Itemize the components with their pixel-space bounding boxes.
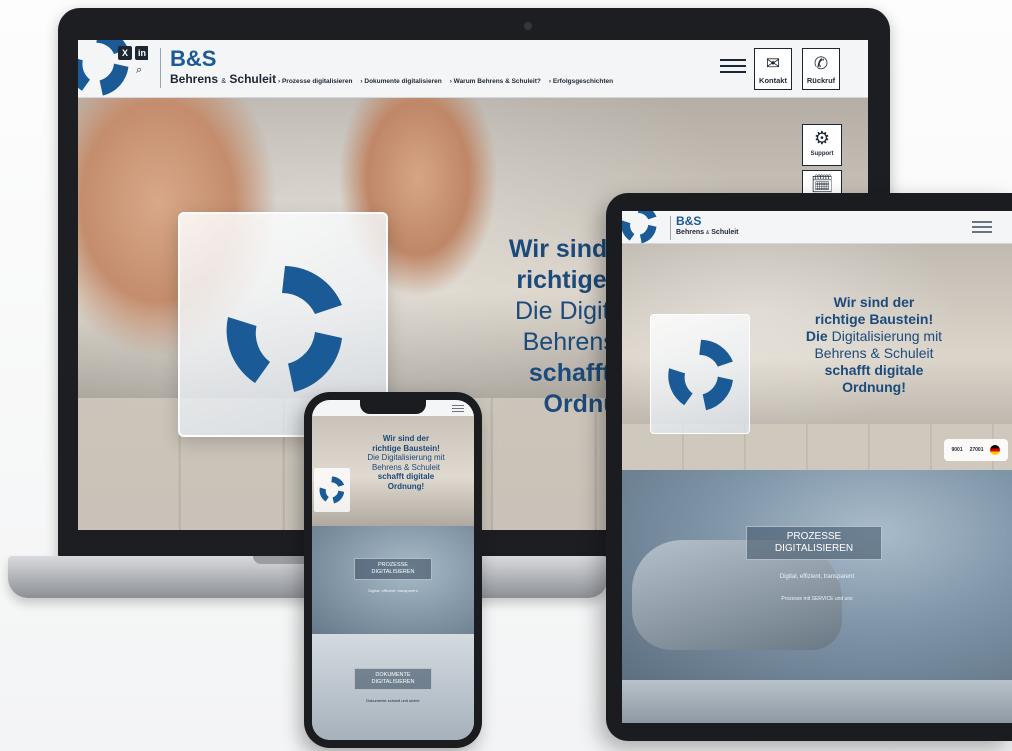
card-title: DIGITALISIEREN [371, 569, 415, 575]
tablet-header: B&S Behrens & Schuleit [622, 211, 1012, 244]
dokumente-card[interactable]: DOKUMENTE DIGITALISIEREN [354, 668, 432, 690]
kontakt-button[interactable]: ✉ Kontakt [754, 48, 792, 90]
nav-item-erfolgsgeschichten[interactable]: › Erfolgsgeschichten [549, 78, 613, 85]
nav-item-dokumente[interactable]: › Dokumente digitalisieren [360, 78, 441, 85]
headline-line: Wir sind der [382, 434, 430, 443]
iso-27001: 27001 [969, 447, 984, 453]
tablet-hero-headline: Wir sind der richtige Baustein! Die Digi… [784, 294, 964, 396]
tablet-next-section [622, 680, 1012, 723]
logo-swirl-icon [668, 339, 733, 411]
brand-sub-part: Schuleit [229, 72, 277, 86]
tablet-hero-image: Wir sind der richtige Baustein! Die Digi… [622, 244, 1012, 470]
header-divider [670, 216, 671, 240]
nav-item-prozesse[interactable]: › Prozesse digitalisieren [278, 78, 352, 85]
social-links: X in [118, 46, 148, 60]
brand-sub-amp: & [221, 78, 227, 85]
headline-line: Die Digitalisierung mit [367, 453, 445, 462]
phone-device: Wir sind der richtige Baustein! Die Digi… [304, 392, 482, 748]
headline-line: Wir sind der [833, 294, 915, 310]
menu-icon[interactable] [452, 405, 464, 414]
headline-line: Ordnung! [842, 379, 906, 395]
headline-line: schafft digitale [377, 472, 435, 481]
brand-subtitle: Behrens & Schuleit [676, 229, 739, 236]
logo-swirl-icon [226, 266, 342, 392]
tablet-device: Wir sind der richtige Baustein! Die Digi… [606, 193, 1012, 741]
card-subtitle: Digital, effizient, transparent [368, 588, 418, 593]
headline-line: richtige Baustein! [814, 311, 934, 327]
headline-line: Ordnung! [387, 481, 425, 491]
card-title: PROZESSE [378, 562, 408, 568]
brand-sub-part: Schuleit [711, 229, 739, 236]
phone-hero-image: Wir sind der richtige Baustein! Die Digi… [312, 416, 474, 526]
brand-sub-amp: & [705, 230, 710, 236]
card-title: PROZESSE [786, 531, 842, 542]
brand-subtitle: Behrens & Schuleit [170, 72, 276, 86]
glass-cube [650, 314, 750, 434]
rueckruf-button[interactable]: ✆ Rückruf [802, 48, 840, 90]
main-nav: › Prozesse digitalisieren › Dokumente di… [278, 78, 613, 85]
headline-line: Behrens & Schuleit [371, 462, 441, 472]
laptop-camera [524, 22, 532, 30]
phone-screen: Wir sind der richtige Baustein! Die Digi… [312, 400, 474, 740]
phone-prozesse-section: PROZESSE DIGITALISIEREN Digital, effizie… [312, 526, 474, 634]
card-title: DOKUMENTE [375, 672, 411, 678]
nav-item-warum[interactable]: › Warum Behrens & Schuleit? [450, 78, 541, 85]
phone-icon: ✆ [813, 54, 829, 73]
card-subtitle: Dokumente schnell und sicher [366, 698, 420, 703]
phone-notch [360, 400, 426, 414]
iso-9001: 9001 [951, 447, 963, 453]
site-header: X in ⌕ B&S Behrens & Schuleit › Prozesse… [78, 40, 868, 98]
brand-name[interactable]: B&S [676, 214, 701, 228]
device-mockup-stage: Wir sind der richtige Ba Die Digitalis B… [0, 0, 1012, 751]
logo-swirl-icon[interactable] [622, 211, 662, 247]
menu-icon[interactable] [972, 221, 992, 236]
prozesse-card[interactable]: PROZESSE DIGITALISIEREN [746, 526, 882, 560]
prozesse-card[interactable]: PROZESSE DIGITALISIEREN [354, 558, 432, 580]
kontakt-label: Kontakt [759, 76, 787, 85]
headline-line: Behrens & Schuleit [814, 345, 934, 361]
brand-name[interactable]: B&S [170, 48, 216, 70]
glass-cube [314, 468, 350, 512]
support-button[interactable]: ⚙ Support [802, 124, 842, 166]
headline-word: Digitalisierung mit [831, 328, 943, 344]
brand-sub-part: Behrens [676, 229, 705, 236]
support-label: Support [810, 151, 834, 157]
iso-certificate-badge: 9001 27001 [944, 439, 1008, 461]
headline-line: schafft digitale [824, 362, 924, 378]
card-description: Prozesse mit SERVICE und uns [781, 596, 853, 602]
headline-line: Die Digitalisierung mit [784, 328, 964, 345]
headline-word: Die [805, 328, 828, 344]
menu-icon[interactable] [720, 56, 746, 76]
card-title: DIGITALISIEREN [371, 679, 415, 685]
rueckruf-label: Rückruf [806, 76, 836, 85]
germany-flag-icon [990, 445, 1001, 455]
gear-icon: ⚙ [813, 128, 831, 148]
logo-swirl-icon [319, 476, 345, 504]
card-subtitle: Digital, effizient, transparent [779, 574, 855, 580]
search-icon[interactable]: ⌕ [136, 64, 142, 77]
brand-sub-part: Behrens [170, 72, 219, 86]
card-title: DIGITALISIEREN [774, 543, 854, 554]
linkedin-link[interactable]: in [135, 46, 148, 60]
headline-line: richtige Baustein! [372, 443, 440, 453]
phone-dokumente-section: DOKUMENTE DIGITALISIEREN Dokumente schne… [312, 634, 474, 740]
envelope-icon: ✉ [765, 54, 781, 73]
xing-link[interactable]: X [118, 46, 132, 60]
header-divider [160, 48, 161, 88]
phone-hero-headline: Wir sind der richtige Baustein! Die Digi… [346, 434, 466, 491]
logo-mark[interactable]: X in ⌕ [78, 40, 148, 98]
robot-hand-image: PROZESSE DIGITALISIEREN Digital, effizie… [622, 470, 1012, 680]
tablet-screen: Wir sind der richtige Baustein! Die Digi… [622, 211, 1012, 723]
